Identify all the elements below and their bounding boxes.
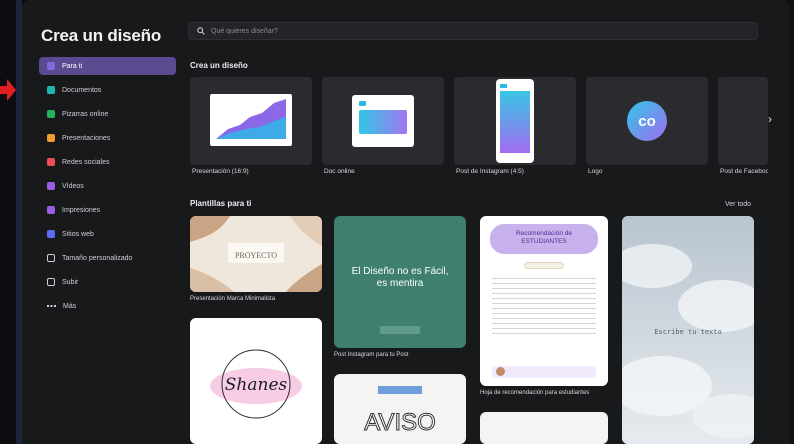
facebook-post-thumb-icon <box>718 77 768 165</box>
template-footer <box>492 366 596 378</box>
presentation-icon <box>47 134 55 142</box>
sparkle-icon <box>47 62 55 70</box>
template-card-shanes[interactable]: Shanes <box>190 318 322 444</box>
template-pill <box>524 262 564 269</box>
create-card-doc[interactable] <box>322 77 444 165</box>
template-label: Presentación Marca Minimalista <box>190 296 276 302</box>
logo-thumb-text: co <box>638 113 656 130</box>
template-card-aviso[interactable]: AVISO <box>334 374 466 444</box>
search-input[interactable]: Qué quieres diseñar? <box>188 22 758 40</box>
template-text: PROYECTO <box>235 251 277 260</box>
search-placeholder: Qué quieres diseñar? <box>211 27 278 35</box>
sidebar-item-label: Tamaño personalizado <box>62 254 133 262</box>
create-card-instagram[interactable] <box>454 77 576 165</box>
heart-icon <box>47 158 55 166</box>
create-design-modal: Crea un diseño Para ti Documentos Pizarr… <box>22 0 790 444</box>
template-label: Post Instagram para tu Post <box>334 352 409 358</box>
whiteboard-icon <box>47 110 55 118</box>
template-text: Escribe tu texto <box>654 328 721 336</box>
modal-title: Crea un diseño <box>41 26 162 45</box>
create-label-facebook: Post de Facebook <box>720 168 768 175</box>
template-text: Shanes <box>225 375 288 395</box>
sidebar-item-subir[interactable]: Subir <box>39 273 176 291</box>
template-text: El Diseño no es Fácil, es mentira <box>351 266 449 289</box>
pointer-arrow-icon <box>0 79 16 101</box>
sidebar-item-label: Impresiones <box>62 206 101 214</box>
sidebar-nav: Para ti Documentos Pizarras online Prese… <box>39 57 176 321</box>
sidebar-item-redes-sociales[interactable]: Redes sociales <box>39 153 176 171</box>
create-label-doc: Doc online <box>324 168 355 175</box>
template-button-shape <box>380 326 420 334</box>
template-text: Recomendación de ESTUDIANTES <box>515 230 572 246</box>
background-strip-right <box>790 0 794 444</box>
document-icon <box>47 86 55 94</box>
create-card-facebook[interactable] <box>718 77 768 165</box>
sidebar-item-documentos[interactable]: Documentos <box>39 81 176 99</box>
template-thumb: Escribe tu texto <box>622 216 754 444</box>
doc-thumb-icon <box>352 95 414 147</box>
custom-size-icon <box>47 254 55 262</box>
sidebar-item-videos[interactable]: Vídeos <box>39 177 176 195</box>
sidebar-item-para-ti[interactable]: Para ti <box>39 57 176 75</box>
create-card-logo[interactable]: co <box>586 77 708 165</box>
sidebar-item-label: Más <box>63 302 77 310</box>
search-icon <box>197 27 205 35</box>
website-icon <box>47 230 55 238</box>
sidebar-item-sitios-web[interactable]: Sitios web <box>39 225 176 243</box>
template-avatar <box>496 367 505 376</box>
sidebar-item-pizarras[interactable]: Pizarras online <box>39 105 176 123</box>
sidebar-item-presentaciones[interactable]: Presentaciones <box>39 129 176 147</box>
create-label-presentation: Presentación (16:9) <box>192 168 249 175</box>
see-all-link[interactable]: Ver todo <box>725 201 751 208</box>
logo-thumb-icon: co <box>627 101 667 141</box>
template-lines <box>492 278 596 338</box>
template-card-diseno[interactable]: El Diseño no es Fácil, es mentira <box>334 216 466 348</box>
template-thumb: AVISO <box>364 386 436 437</box>
sidebar-item-label: Presentaciones <box>62 134 111 142</box>
template-label: Hoja de recomendación para estudiantes <box>480 390 590 396</box>
templates-section-title: Plantillas para ti <box>190 199 252 208</box>
sidebar-item-label: Sitios web <box>62 230 94 238</box>
create-card-presentation[interactable] <box>190 77 312 165</box>
template-card-partial[interactable] <box>480 412 608 444</box>
sidebar-item-label: Pizarras online <box>62 110 109 118</box>
print-icon <box>47 206 55 214</box>
template-card-cielo[interactable]: Escribe tu texto <box>622 216 754 444</box>
create-label-logo: Logo <box>588 168 603 175</box>
template-card-proyecto[interactable]: PROYECTO <box>190 216 322 292</box>
create-section-title: Crea un diseño <box>190 61 248 70</box>
template-text: AVISO <box>364 409 436 436</box>
sidebar-item-tamano-personalizado[interactable]: Tamaño personalizado <box>39 249 176 267</box>
sidebar-item-label: Vídeos <box>62 182 84 190</box>
template-card-recomendacion[interactable]: Recomendación de ESTUDIANTES <box>480 216 608 386</box>
sidebar-item-impresiones[interactable]: Impresiones <box>39 201 176 219</box>
instagram-post-thumb-icon <box>496 79 534 163</box>
sidebar-item-label: Redes sociales <box>62 158 110 166</box>
screen: Crea un diseño Para ti Documentos Pizarr… <box>0 0 794 444</box>
more-icon <box>47 305 56 307</box>
main-content: Qué quieres diseñar? Crea un diseño co ›… <box>180 0 790 444</box>
sidebar-item-mas[interactable]: Más <box>39 297 176 315</box>
sidebar-item-label: Documentos <box>62 86 102 94</box>
upload-icon <box>47 278 55 286</box>
template-thumb: Shanes <box>210 349 302 419</box>
presentation-thumb-icon <box>210 94 292 146</box>
create-label-instagram: Post de Instagram (4:5) <box>456 168 524 175</box>
sidebar: Crea un diseño Para ti Documentos Pizarr… <box>22 0 180 444</box>
video-icon <box>47 182 55 190</box>
sidebar-item-label: Subir <box>62 278 79 286</box>
chevron-right-icon[interactable]: › <box>768 112 772 126</box>
template-thumb: PROYECTO <box>190 216 322 292</box>
sidebar-item-label: Para ti <box>62 62 83 70</box>
